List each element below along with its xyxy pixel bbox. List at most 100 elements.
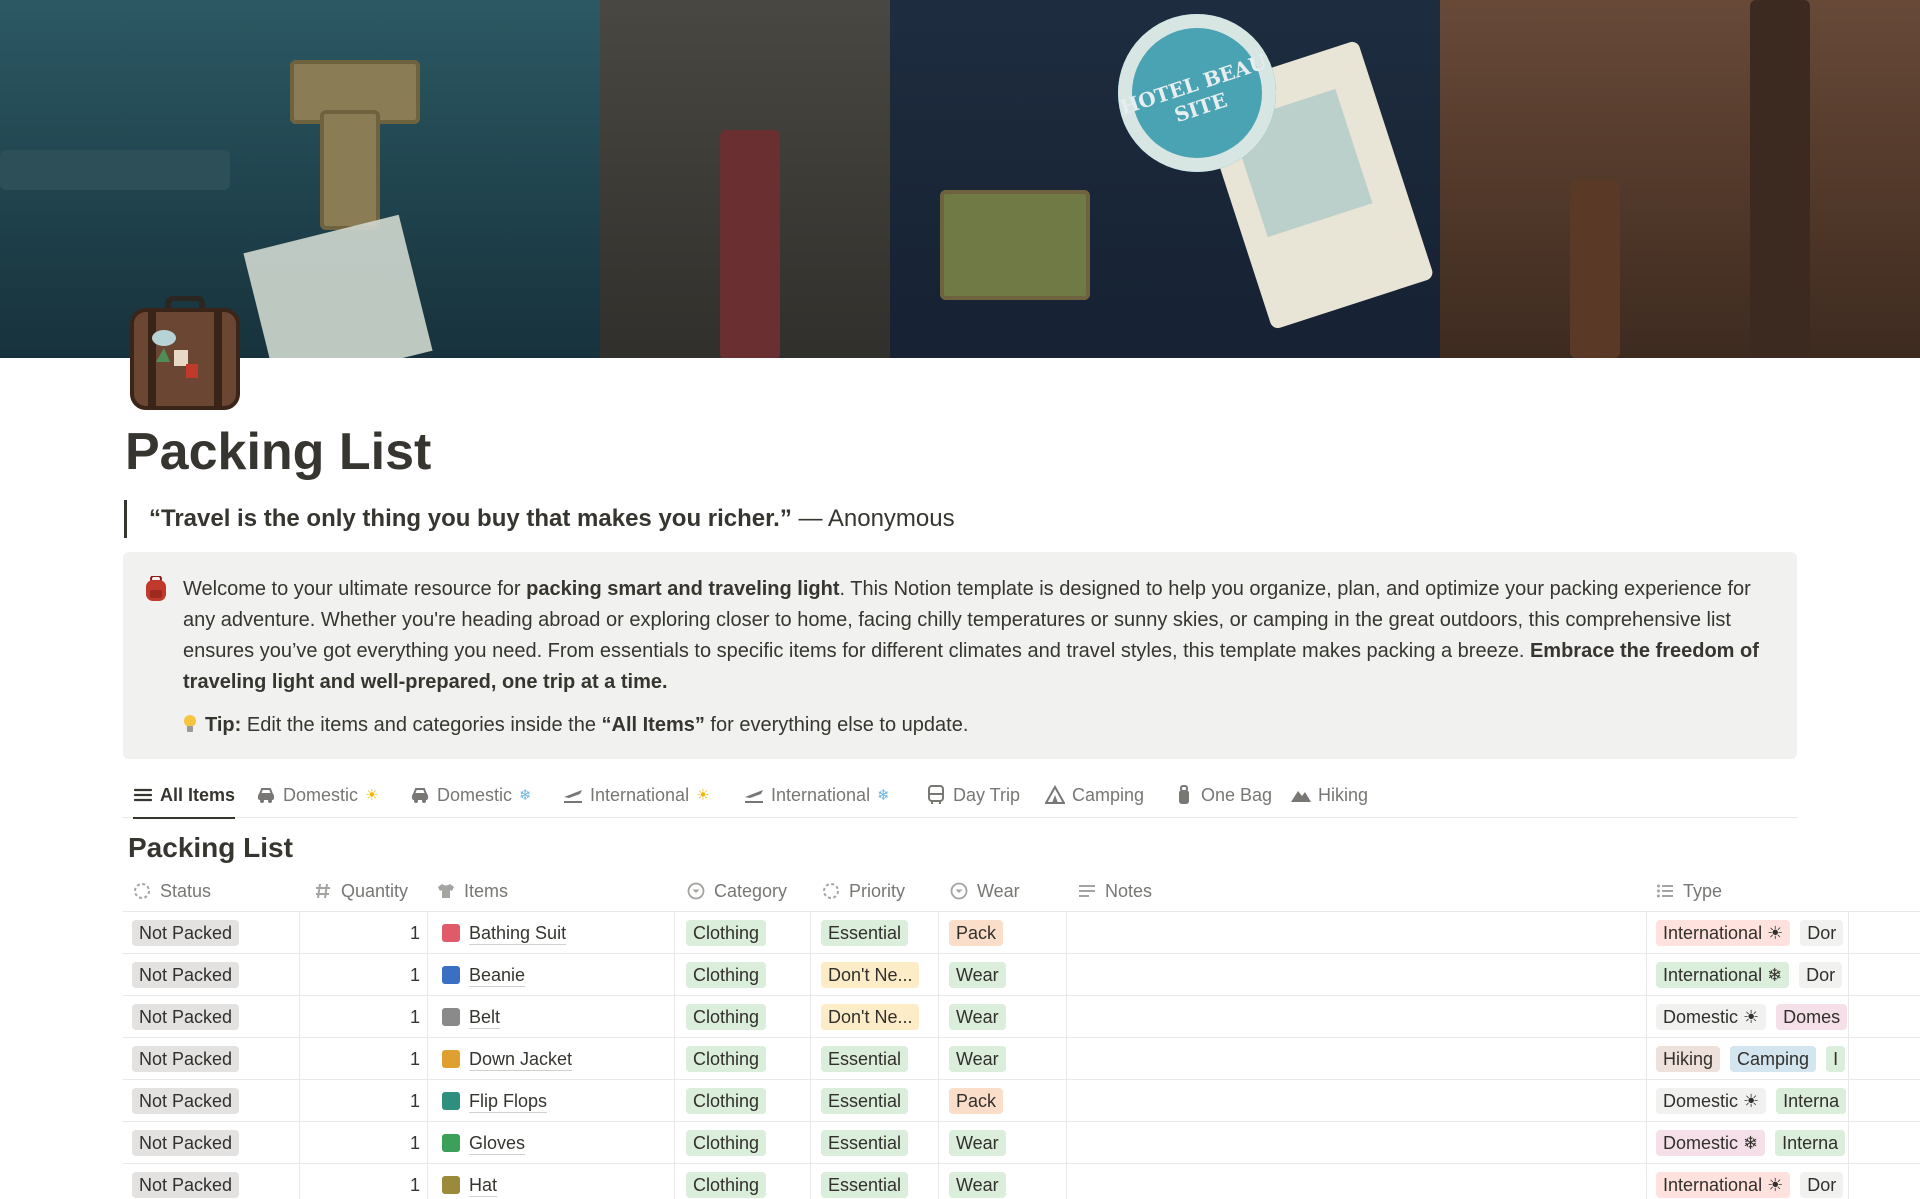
notes-cell[interactable]	[1077, 954, 1643, 996]
priority-cell[interactable]: Essential	[821, 1038, 947, 1080]
type-cell[interactable]: Hiking Camping I	[1656, 1038, 1847, 1080]
category-cell[interactable]: Clothing	[686, 912, 814, 954]
category-cell[interactable]: Clothing	[686, 954, 814, 996]
wear-cell[interactable]: Wear	[949, 996, 1075, 1038]
table-row[interactable]: Not Packed 1 Hat Clothing Essential Wear Inter…	[123, 1164, 1920, 1199]
priority-cell[interactable]: Essential	[821, 912, 947, 954]
category-cell[interactable]: Clothing	[686, 1080, 814, 1122]
suitcase-icon[interactable]	[128, 295, 242, 414]
tab-domestic-snow[interactable]: Domestic ❄	[410, 772, 532, 818]
item-name-link[interactable]: Down Jacket	[469, 1048, 573, 1071]
status-cell[interactable]: Not Packed	[132, 1038, 292, 1080]
priority-cell[interactable]: Don't Ne...	[821, 996, 947, 1038]
wear-cell[interactable]: Wear	[949, 1038, 1075, 1080]
quantity-cell[interactable]: 1	[300, 1122, 420, 1164]
tab-all-items[interactable]: All Items	[133, 772, 236, 819]
page-title[interactable]: Packing List	[125, 420, 431, 484]
number-icon	[316, 883, 330, 899]
column-header-wear[interactable]: Wear	[950, 870, 1020, 912]
column-header-status[interactable]: Status	[133, 870, 211, 912]
quantity-cell[interactable]: 1	[300, 1080, 420, 1122]
cover-latch	[940, 190, 1090, 300]
priority-pill: Essential	[821, 1046, 909, 1072]
type-cell[interactable]: Domestic ❄ Interna	[1656, 1122, 1847, 1164]
status-cell[interactable]: Not Packed	[132, 954, 292, 996]
status-cell[interactable]: Not Packed	[132, 1164, 292, 1199]
column-header-notes[interactable]: Notes	[1078, 870, 1152, 912]
priority-cell[interactable]: Essential	[821, 1164, 947, 1199]
type-cell[interactable]: Domestic ☀ Domes	[1656, 996, 1847, 1038]
column-header-priority[interactable]: Priority	[822, 870, 905, 912]
category-cell[interactable]: Clothing	[686, 1038, 814, 1080]
status-pill: Not Packed	[132, 1172, 240, 1198]
tab-day-trip[interactable]: Day Trip	[926, 772, 1020, 818]
notes-cell[interactable]	[1077, 1038, 1643, 1080]
priority-pill: Don't Ne...	[821, 1004, 920, 1030]
priority-cell[interactable]: Essential	[821, 1122, 947, 1164]
item-cell[interactable]: Belt	[428, 996, 668, 1038]
tab-camping[interactable]: Camping	[1045, 772, 1144, 818]
wear-cell[interactable]: Pack	[949, 1080, 1075, 1122]
item-name-link[interactable]: Belt	[469, 1006, 501, 1029]
column-header-type[interactable]: Type	[1656, 870, 1722, 912]
welcome-callout[interactable]: Welcome to your ultimate resource for pa…	[123, 552, 1797, 759]
item-cell[interactable]: Bathing Suit	[428, 912, 668, 954]
item-name-link[interactable]: Beanie	[469, 964, 526, 987]
category-cell[interactable]: Clothing	[686, 996, 814, 1038]
category-cell[interactable]: Clothing	[686, 1164, 814, 1199]
status-cell[interactable]: Not Packed	[132, 1122, 292, 1164]
table-row[interactable]: Not Packed 1 Down Jacket Clothing Essential W…	[123, 1038, 1920, 1080]
tab-hiking[interactable]: Hiking	[1291, 772, 1368, 818]
tab-domestic-sun[interactable]: Domestic ☀	[256, 772, 378, 818]
item-name-link[interactable]: Gloves	[469, 1132, 526, 1155]
tab-international-snow[interactable]: International ❄	[744, 772, 890, 818]
column-header-category[interactable]: Category	[687, 870, 787, 912]
status-cell[interactable]: Not Packed	[132, 1080, 292, 1122]
table-row[interactable]: Not Packed 1 Bathing Suit Clothing Essential…	[123, 912, 1920, 954]
column-header-quantity[interactable]: Quantity	[314, 870, 408, 912]
notes-cell[interactable]	[1077, 1164, 1643, 1199]
page-cover-image: HOTEL BEAU SITE	[0, 0, 1920, 358]
item-cell[interactable]: Flip Flops	[428, 1080, 668, 1122]
lightbulb-icon	[184, 715, 196, 732]
item-cell[interactable]: Gloves	[428, 1122, 668, 1164]
notes-cell[interactable]	[1077, 1080, 1643, 1122]
category-cell[interactable]: Clothing	[686, 1122, 814, 1164]
wear-cell[interactable]: Wear	[949, 1164, 1075, 1199]
quantity-cell[interactable]: 1	[300, 1164, 420, 1199]
priority-cell[interactable]: Essential	[821, 1080, 947, 1122]
tab-one-bag[interactable]: One Bag	[1174, 772, 1272, 818]
notes-cell[interactable]	[1077, 1122, 1643, 1164]
priority-cell[interactable]: Don't Ne...	[821, 954, 947, 996]
type-cell[interactable]: International ☀ Dor	[1656, 912, 1847, 954]
item-name-link[interactable]: Flip Flops	[469, 1090, 548, 1113]
item-name-link[interactable]: Hat	[469, 1174, 498, 1197]
quote-block[interactable]: “Travel is the only thing you buy that m…	[124, 500, 955, 538]
wear-cell[interactable]: Pack	[949, 912, 1075, 954]
tab-international-sun[interactable]: International ☀	[563, 772, 710, 818]
table-row[interactable]: Not Packed 1 Flip Flops Clothing Essential Pa…	[123, 1080, 1920, 1122]
quantity-cell[interactable]: 1	[300, 996, 420, 1038]
item-name-link[interactable]: Bathing Suit	[469, 922, 567, 945]
quantity-cell[interactable]: 1	[300, 912, 420, 954]
table-row[interactable]: Not Packed 1 Beanie Clothing Don't Ne... Wear…	[123, 954, 1920, 996]
item-cell[interactable]: Beanie	[428, 954, 668, 996]
quantity-cell[interactable]: 1	[300, 1038, 420, 1080]
item-cell[interactable]: Hat	[428, 1164, 668, 1199]
type-cell[interactable]: International ❄ Dor	[1656, 954, 1847, 996]
status-cell[interactable]: Not Packed	[132, 996, 292, 1038]
table-row[interactable]: Not Packed 1 Belt Clothing Don't Ne... Wear Do…	[123, 996, 1920, 1038]
wear-cell[interactable]: Wear	[949, 1122, 1075, 1164]
item-cell[interactable]: Down Jacket	[428, 1038, 668, 1080]
status-cell[interactable]: Not Packed	[132, 912, 292, 954]
database-title[interactable]: Packing List	[128, 828, 293, 868]
type-cell[interactable]: International ☀ Dor	[1656, 1164, 1847, 1199]
quantity-cell[interactable]: 1	[300, 954, 420, 996]
wear-cell[interactable]: Wear	[949, 954, 1075, 996]
table-row[interactable]: Not Packed 1 Gloves Clothing Essential Wear Do…	[123, 1122, 1920, 1164]
notes-cell[interactable]	[1077, 996, 1643, 1038]
column-header-items[interactable]: Items	[437, 870, 508, 912]
type-cell[interactable]: Domestic ☀ Interna	[1656, 1080, 1847, 1122]
quote-text: “Travel is the only thing you buy that m…	[149, 505, 792, 532]
notes-cell[interactable]	[1077, 912, 1643, 954]
